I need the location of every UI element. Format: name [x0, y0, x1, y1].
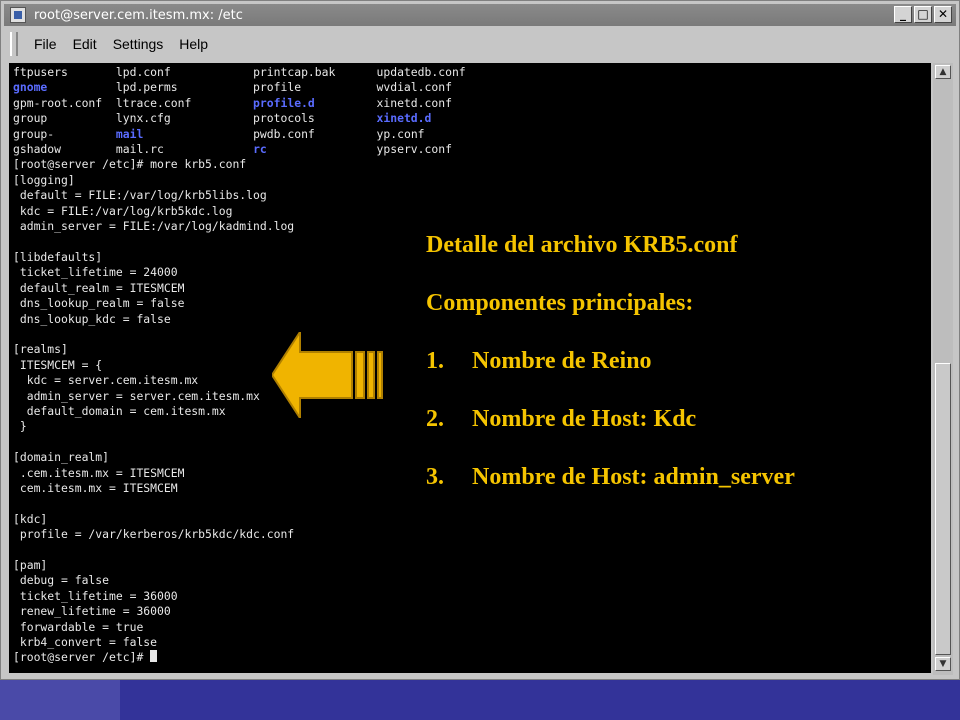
listing-row: group lynx.cfg protocols xinetd.d: [13, 111, 431, 125]
terminal-line: [kdc]: [13, 511, 48, 526]
annotation-subheading: Componentes principales:: [426, 290, 694, 316]
listing-cell: xinetd.conf: [376, 95, 452, 110]
listing-cell: wvdial.conf: [376, 80, 452, 95]
menu-edit[interactable]: Edit: [73, 36, 97, 52]
terminal-line: [libdefaults]: [13, 249, 103, 264]
listing-dir: xinetd.d: [376, 111, 432, 126]
terminal-line: ITESMCEM = {: [13, 357, 103, 372]
terminal-line: default = FILE:/var/log/krb5libs.log: [13, 188, 267, 203]
listing-row: gshadow mail.rc rc ypserv.conf: [13, 142, 452, 156]
config-lines: [root@server /etc]# more krb5.conf [logg…: [13, 157, 294, 649]
listing-cell: ftpusers: [13, 65, 68, 79]
menu-settings[interactable]: Settings: [113, 36, 164, 52]
listing-cell: lpd.perms: [115, 80, 178, 95]
item-number: 2.: [426, 406, 444, 432]
menu-file[interactable]: File: [34, 36, 57, 52]
terminal-line: debug = false: [13, 573, 110, 588]
item-text: Nombre de Reino: [472, 348, 652, 374]
item-number: 1.: [426, 348, 444, 374]
annotation-item: 1. Nombre de Reino: [426, 348, 795, 406]
terminal-line: kdc = FILE:/var/log/krb5kdc.log: [13, 203, 233, 218]
terminal-line: cem.itesm.mx = ITESMCEM: [13, 480, 178, 495]
listing-dir: mail: [115, 126, 144, 141]
terminal-line: [root@server /etc]# more krb5.conf: [13, 157, 247, 172]
listing-cell: group: [13, 111, 48, 126]
listing-row: ftpusers lpd.conf printcap.bak updatedb.…: [13, 65, 466, 79]
terminal-line: ticket_lifetime = 36000: [13, 588, 178, 603]
footer-block: [0, 680, 120, 720]
listing-cell: mail.rc: [115, 142, 164, 157]
terminal-app-icon[interactable]: [10, 7, 26, 23]
listing-row: gnome lpd.perms profile wvdial.conf: [13, 80, 452, 94]
listing-dir: rc: [253, 142, 267, 157]
terminal-line: admin_server = server.cem.itesm.mx: [13, 388, 260, 403]
terminal-line: dns_lookup_kdc = false: [13, 311, 171, 326]
terminal-line: renew_lifetime = 36000: [13, 604, 171, 619]
terminal-line: profile = /var/kerberos/krb5kdc/kdc.conf: [13, 527, 295, 542]
window-title: root@server.cem.itesm.mx: /etc: [34, 7, 243, 23]
scroll-down-arrow-icon[interactable]: ▼: [935, 657, 951, 671]
scroll-up-arrow-icon[interactable]: ▲: [935, 65, 951, 79]
listing-cell: ltrace.conf: [115, 95, 192, 110]
listing-cell: profile: [253, 80, 302, 95]
terminal-line: krb4_convert = false: [13, 635, 158, 650]
terminal-line: default_domain = cem.itesm.mx: [13, 403, 226, 418]
listing-dir: profile.d: [253, 95, 315, 110]
menu-help[interactable]: Help: [179, 36, 208, 52]
listing-cell: group-: [13, 126, 55, 141]
annotation-item: 3. Nombre de Host: admin_server: [426, 464, 795, 522]
terminal-line: default_realm = ITESMCEM: [13, 280, 185, 295]
terminal-line: }: [13, 419, 27, 434]
terminal-line: kdc = server.cem.itesm.mx: [13, 373, 199, 388]
listing-cell: gpm-root.conf: [13, 95, 103, 110]
terminal-line: ticket_lifetime = 24000: [13, 265, 178, 280]
item-text: Nombre de Host: Kdc: [472, 406, 697, 432]
title-bar[interactable]: root@server.cem.itesm.mx: /etc _ □ ✕: [4, 4, 956, 26]
text-cursor: [150, 650, 158, 663]
scrollbar-thumb[interactable]: [935, 363, 951, 655]
terminal-line: .cem.itesm.mx = ITESMCEM: [13, 465, 185, 480]
terminal-line: forwardable = true: [13, 619, 144, 634]
window-controls: _ □ ✕: [894, 6, 952, 23]
close-button[interactable]: ✕: [934, 6, 952, 23]
listing-cell: gshadow: [13, 142, 62, 157]
menubar-grip-handle[interactable]: [10, 32, 18, 56]
listing-cell: printcap.bak: [253, 65, 336, 79]
listing-cell: pwdb.conf: [253, 126, 315, 141]
listing-dir: gnome: [13, 80, 48, 95]
listing-cell: ypserv.conf: [376, 142, 452, 157]
listing-cell: updatedb.conf: [376, 65, 466, 79]
listing-cell: lynx.cfg: [115, 111, 171, 126]
terminal-line: [logging]: [13, 172, 75, 187]
item-text: Nombre de Host: admin_server: [472, 464, 795, 490]
vertical-scrollbar[interactable]: ▲ ▼: [933, 63, 953, 675]
minimize-button[interactable]: _: [894, 6, 912, 23]
left-arrow-icon: [272, 332, 383, 418]
terminal-line: [domain_realm]: [13, 450, 110, 465]
slide-annotation: Detalle del archivo KRB5.conf Componente…: [426, 232, 795, 522]
item-number: 3.: [426, 464, 444, 490]
listing-cell: protocols: [253, 111, 315, 126]
terminal-line: [realms]: [13, 342, 68, 357]
terminal-line: [pam]: [13, 558, 48, 572]
annotation-item: 2. Nombre de Host: Kdc: [426, 406, 795, 464]
annotation-heading: Detalle del archivo KRB5.conf: [426, 232, 738, 258]
maximize-button[interactable]: □: [914, 6, 932, 23]
listing-cell: lpd.conf: [115, 65, 171, 79]
shell-prompt: [root@server /etc]#: [13, 650, 151, 665]
listing-row: group- mail pwdb.conf yp.conf: [13, 127, 425, 141]
menu-bar: File Edit Settings Help: [4, 29, 956, 59]
terminal-line: admin_server = FILE:/var/log/kadmind.log: [13, 219, 295, 234]
listing-cell: yp.conf: [376, 126, 425, 141]
listing-row: gpm-root.conf ltrace.conf profile.d xine…: [13, 96, 452, 110]
terminal-line: dns_lookup_realm = false: [13, 296, 185, 311]
slide-footer: [0, 680, 960, 720]
